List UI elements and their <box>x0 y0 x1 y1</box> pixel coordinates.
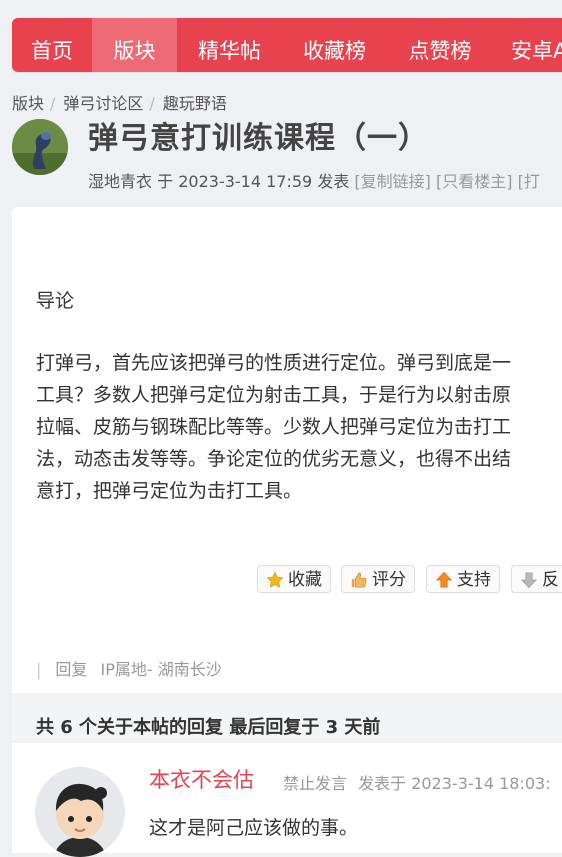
favorite-label: 收藏 <box>288 570 322 590</box>
posted-prefix: 于 <box>157 172 174 191</box>
breadcrumb: 版块 / 弹弓讨论区 / 趣玩野语 <box>12 90 227 114</box>
arrow-down-icon <box>520 572 538 589</box>
rate-button[interactable]: 评分 <box>341 565 415 593</box>
copy-link[interactable]: [复制链接] <box>354 172 431 191</box>
author-avatar[interactable] <box>12 119 68 175</box>
reply-username[interactable]: 本衣不会估 <box>149 764 254 794</box>
only-author-link[interactable]: [只看楼主] <box>436 172 513 191</box>
post-heading: 导论 <box>36 290 75 312</box>
arrow-up-icon <box>435 571 453 588</box>
divider: | <box>36 660 42 679</box>
breadcrumb-item[interactable]: 版块 <box>12 94 44 113</box>
posted-suffix: 发表 <box>317 172 350 191</box>
nav-item-digest[interactable]: 精华帖 <box>177 18 282 72</box>
nav-item-home[interactable]: 首页 <box>12 18 92 72</box>
thumb-up-icon <box>351 572 367 588</box>
breadcrumb-separator: / <box>149 94 155 113</box>
reply-content: 这才是阿己应该做的事。 <box>149 817 359 839</box>
nav-item-android[interactable]: 安卓A <box>511 18 562 72</box>
post-body-line: 意打，把弹弓定位为击打工具。 <box>36 480 303 502</box>
oppose-label: 反 <box>542 570 559 590</box>
breadcrumb-item[interactable]: 趣玩野语 <box>163 94 227 113</box>
support-button[interactable]: 支持 <box>426 565 500 593</box>
breadcrumb-item[interactable]: 弹弓讨论区 <box>63 94 143 113</box>
post-body-line: 打弹弓，首先应该把弹弓的性质进行定位。弹弓到底是一 <box>36 352 512 374</box>
post-body-line: 拉幅、皮筋与钢珠配比等等。少数人把弹弓定位为击打工 <box>36 416 512 438</box>
post-footer: | 回复 IP属地- 湖南长沙 <box>36 656 222 680</box>
nav-item-forums[interactable]: 版块 <box>92 18 177 72</box>
breadcrumb-separator: / <box>50 94 56 113</box>
support-label: 支持 <box>457 570 491 590</box>
print-link[interactable]: [打 <box>518 172 540 191</box>
post-body-line: 法，动态击发等等。争论定位的优劣无意义，也得不出结 <box>36 448 512 470</box>
nav-item-favorites-rank[interactable]: 收藏榜 <box>282 18 387 72</box>
top-nav: 首页 版块 精华帖 收藏榜 点赞榜 安卓A <box>12 18 562 72</box>
oppose-button[interactable]: 反 <box>511 565 562 593</box>
post-body-line: 工具？多数人把弹弓定位为射击工具，于是行为以射击原 <box>36 384 512 406</box>
post-title: 弹弓意打训练课程（一） <box>88 121 429 156</box>
author-name[interactable]: 湿地青衣 <box>88 172 152 191</box>
reply-link[interactable]: 回复 <box>55 660 87 679</box>
favorite-button[interactable]: 收藏 <box>257 565 331 593</box>
rate-label: 评分 <box>372 570 406 590</box>
replies-summary: 共 6 个关于本帖的回复 最后回复于 3 天前 <box>36 717 381 738</box>
reply-time: 发表于 2023-3-14 18:03: <box>358 774 551 793</box>
post-body: 打弹弓，首先应该把弹弓的性质进行定位。弹弓到底是一 工具？多数人把弹弓定位为射击… <box>36 347 562 507</box>
post-meta: 湿地青衣 于 2023-3-14 17:59 发表 [复制链接] [只看楼主] … <box>88 168 540 192</box>
reply-meta: 禁止发言 发表于 2023-3-14 18:03: <box>283 770 551 794</box>
reply-avatar[interactable] <box>35 767 125 857</box>
reply-user-status: 禁止发言 <box>283 774 348 793</box>
nav-item-likes-rank[interactable]: 点赞榜 <box>387 18 493 72</box>
post-date: 2023-3-14 17:59 <box>178 172 313 191</box>
star-icon <box>266 571 284 588</box>
ip-location: IP属地- 湖南长沙 <box>100 660 222 679</box>
